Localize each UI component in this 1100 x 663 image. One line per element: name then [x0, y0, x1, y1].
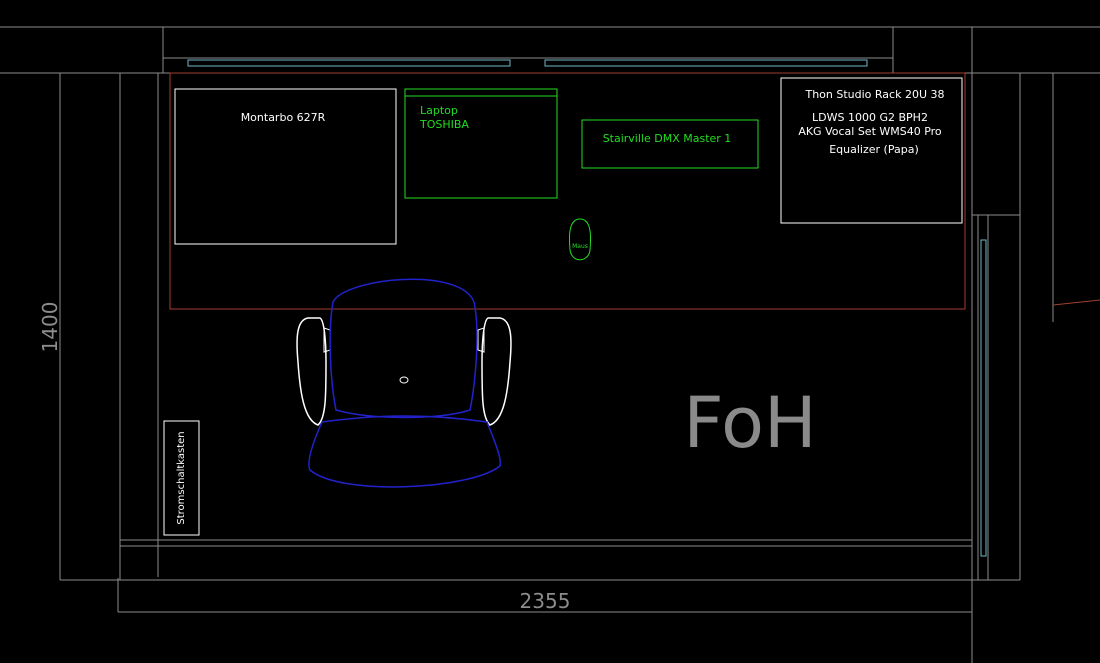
- rack-item: LDWS 1000 G2 BPH2: [812, 111, 928, 124]
- armrest-left: [296, 317, 327, 426]
- window-left: [187, 59, 511, 67]
- wall-lines: [0, 26, 1100, 663]
- laptop-title: Laptop: [420, 104, 458, 117]
- rack-item: AKG Vocal Set WMS40 Pro: [798, 125, 942, 138]
- power-box-label: Stromschaltkasten: [176, 431, 187, 524]
- desk-outline: [169, 72, 966, 310]
- window-right: [544, 59, 868, 67]
- floor-plan-canvas: Montarbo 627R Laptop TOSHIBA Stairville …: [0, 26, 1100, 663]
- laptop-toshiba: Laptop TOSHIBA: [404, 88, 558, 199]
- armrest-right: [481, 317, 512, 426]
- office-chair: [296, 278, 512, 488]
- chair-seat: [329, 278, 478, 419]
- chair-pivot: [399, 376, 409, 384]
- height-dimension-label: 1400: [38, 302, 62, 353]
- room-label: FoH: [683, 382, 816, 464]
- laptop-brand: TOSHIBA: [419, 118, 469, 131]
- power-box: Stromschaltkasten: [163, 420, 200, 536]
- width-dimension-label: 2355: [520, 589, 571, 613]
- studio-rack: Thon Studio Rack 20U 38 LDWS 1000 G2 BPH…: [780, 77, 963, 224]
- mouse-label: Maus: [572, 243, 588, 250]
- speaker-label: Montarbo 627R: [241, 111, 326, 124]
- chair-backrest: [308, 415, 502, 488]
- mouse: Maus: [568, 218, 592, 261]
- window-side: [980, 239, 987, 557]
- rack-title: Thon Studio Rack 20U 38: [804, 88, 944, 101]
- dmx-controller: Stairville DMX Master 1: [581, 119, 759, 169]
- rack-item: Equalizer (Papa): [829, 143, 919, 156]
- dmx-label: Stairville DMX Master 1: [603, 132, 732, 145]
- speaker-montarbo: Montarbo 627R: [174, 88, 397, 245]
- desk: [164, 72, 966, 310]
